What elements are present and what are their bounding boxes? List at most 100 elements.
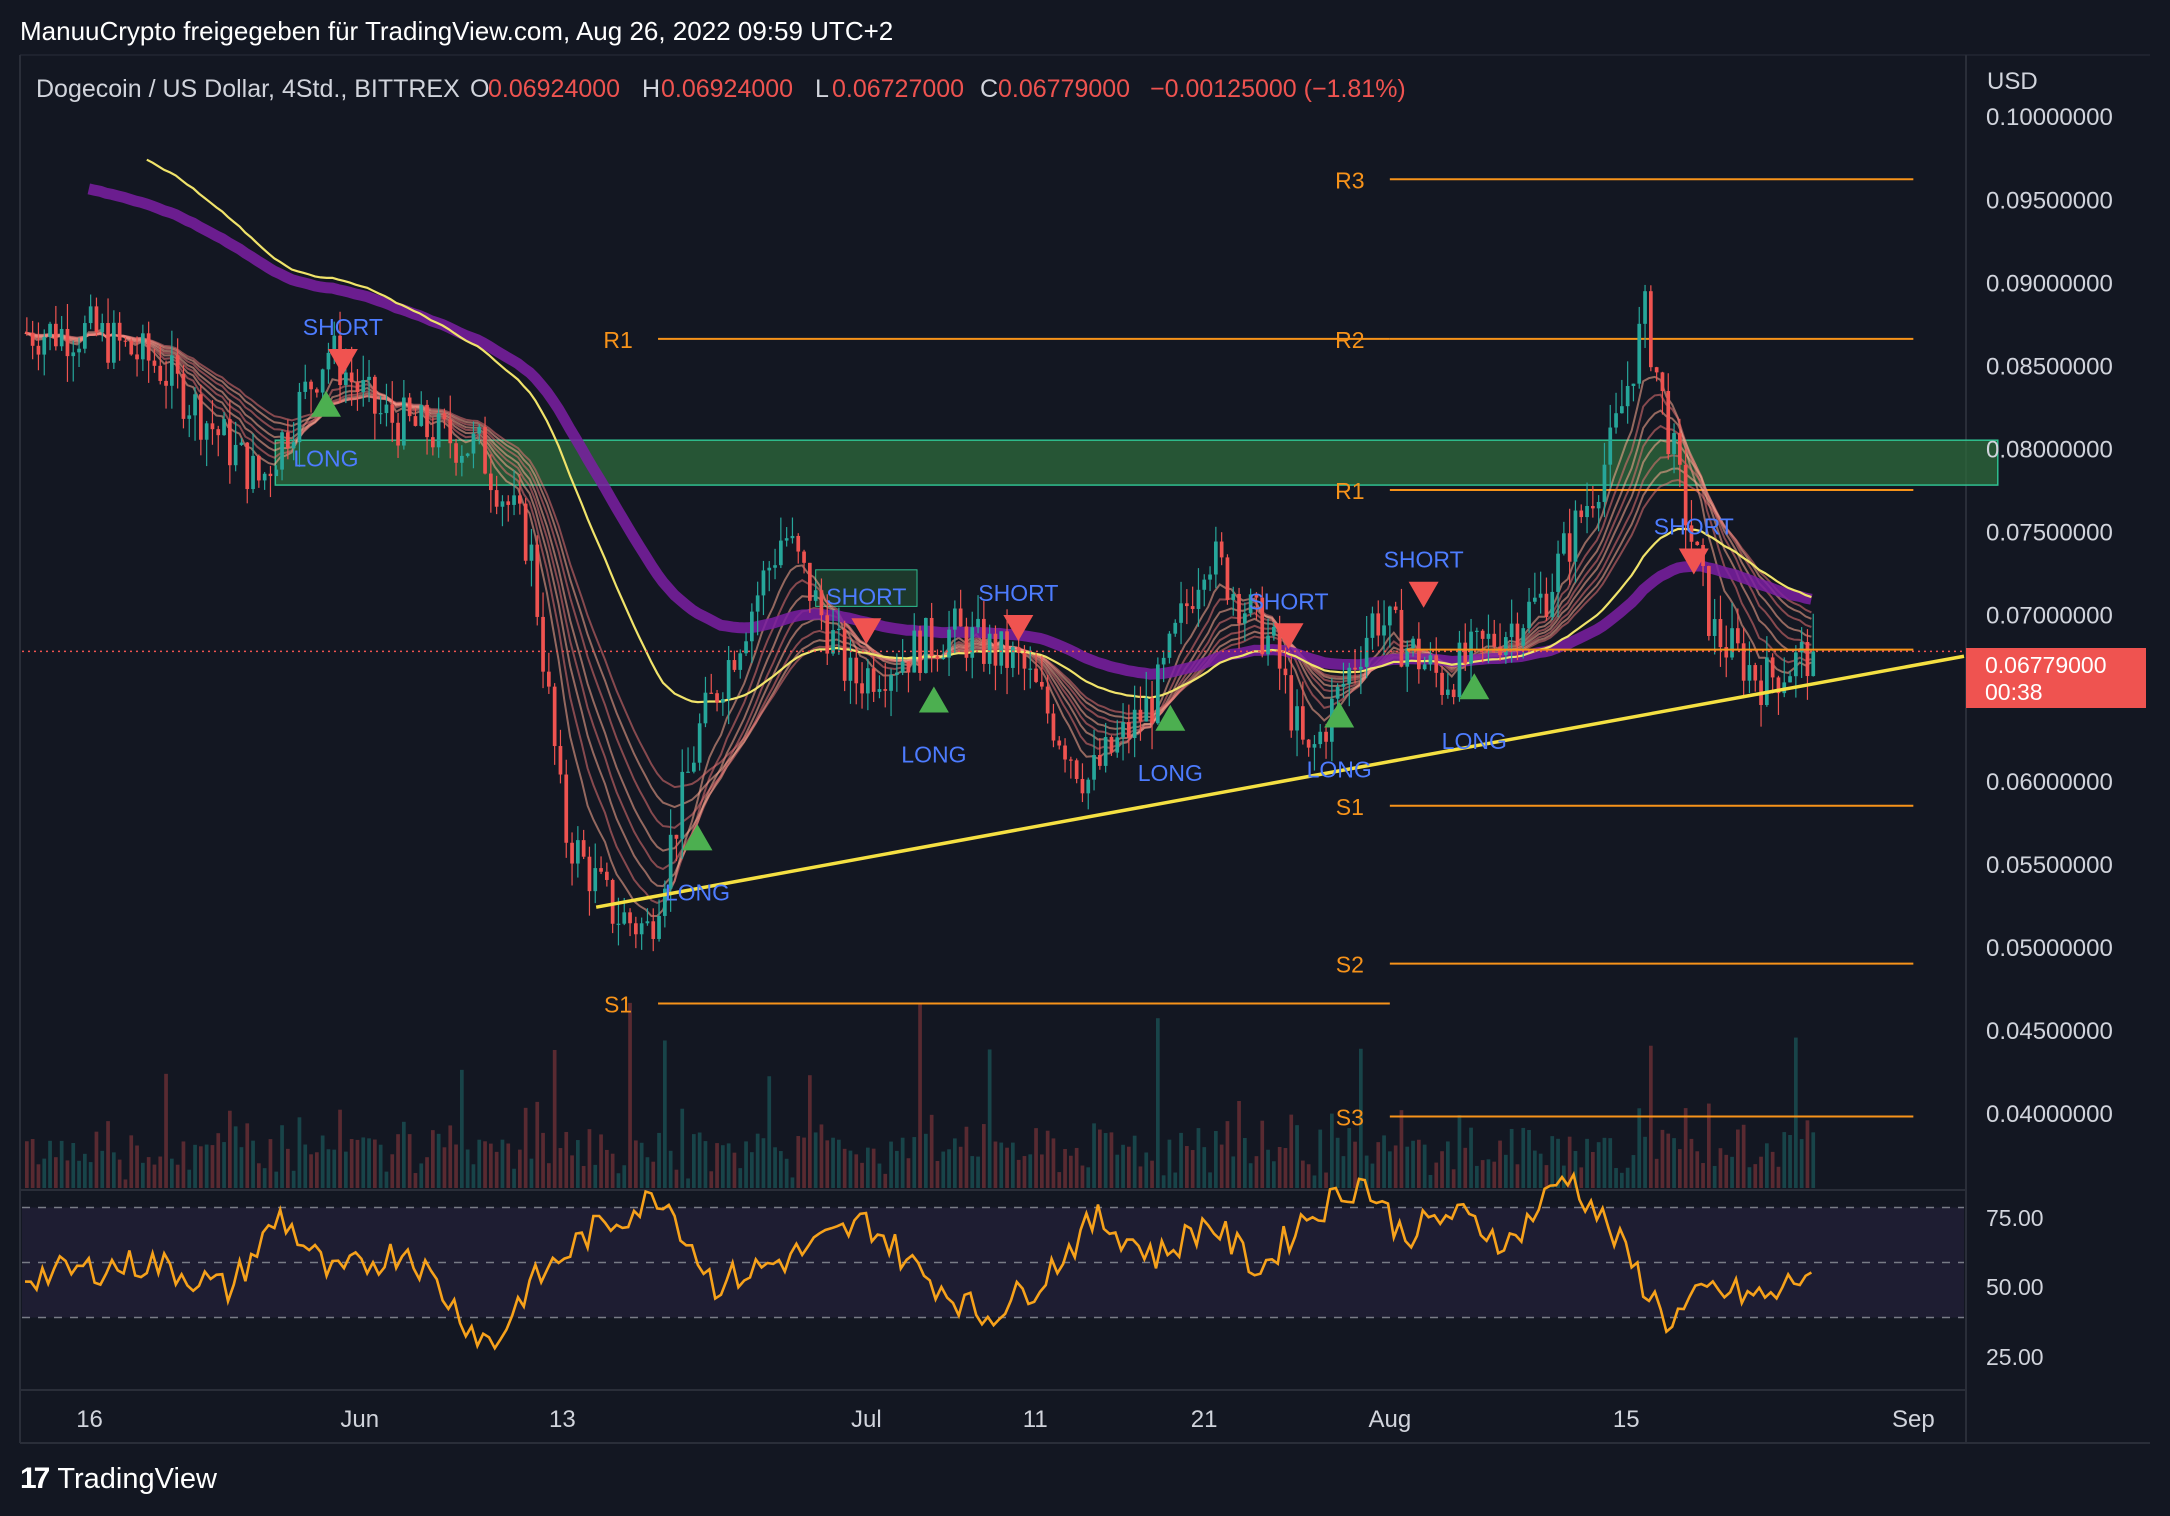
volume-bar	[216, 1133, 221, 1188]
candle-body	[448, 419, 453, 444]
candle-body	[1712, 619, 1717, 636]
volume-bar	[924, 1133, 928, 1188]
volume-bar	[291, 1170, 296, 1188]
volume-bar	[1701, 1163, 1705, 1188]
candle-body	[1115, 737, 1120, 753]
candle-body	[773, 565, 777, 568]
candle-body	[431, 437, 435, 448]
volume-bar	[663, 1040, 667, 1188]
volume-bar	[1765, 1143, 1769, 1188]
candle-body	[146, 333, 151, 361]
signal-markers: LONG SHORT LONG SHORT LONG SHORT LONG SHORT LONG…	[293, 314, 1733, 905]
long-label: LONG	[1138, 760, 1203, 786]
trendline[interactable]	[595, 654, 1965, 909]
volume-bar	[1446, 1141, 1450, 1188]
volume-bar	[448, 1125, 453, 1188]
volume-bar	[686, 1178, 690, 1188]
volume-bar	[767, 1076, 772, 1188]
volume-bar	[152, 1164, 157, 1188]
volume-bar	[860, 1162, 864, 1188]
time-axis[interactable]: 16 Jun 13 Jul 11 21 Aug 15 Sep	[76, 1406, 1934, 1433]
candle-body	[703, 692, 708, 724]
volume-bar	[535, 1101, 540, 1188]
candle-body	[784, 538, 789, 541]
volume-bar	[251, 1140, 255, 1188]
volume-bar	[512, 1168, 516, 1188]
volume-bar	[1347, 1128, 1352, 1188]
candle-body	[30, 332, 35, 346]
candle-body	[1219, 541, 1224, 558]
volume-bar	[471, 1164, 476, 1188]
candle-body	[1625, 386, 1630, 407]
volume-bar	[929, 1114, 934, 1188]
volume-bar	[1138, 1166, 1143, 1188]
volume-bar	[1463, 1147, 1468, 1188]
volume-bar	[164, 1073, 168, 1188]
candle-body	[454, 443, 458, 463]
volume-bar	[442, 1147, 447, 1188]
volume-bar	[1469, 1127, 1473, 1188]
candle-body	[286, 432, 290, 449]
long-label: LONG	[293, 446, 358, 472]
pivot-label: R3	[1335, 167, 1364, 193]
candle-body	[280, 432, 284, 470]
candle-body	[1132, 709, 1137, 739]
volume-bar	[1596, 1142, 1601, 1188]
volume-bar	[1602, 1137, 1607, 1188]
volume-bar	[1388, 1151, 1392, 1188]
volume-bar	[1475, 1165, 1479, 1188]
candle-body	[610, 879, 615, 924]
volume-bar	[982, 1124, 986, 1188]
volume-bar	[1759, 1156, 1763, 1188]
tradingview-logo-text: TradingView	[57, 1462, 217, 1495]
volume-bar	[286, 1148, 290, 1188]
price-tick: 0.08000000	[1986, 437, 2113, 464]
volume-bar	[1109, 1132, 1114, 1188]
candle-body	[483, 427, 487, 474]
tradingview-logo[interactable]: 17 TradingView	[20, 1462, 217, 1496]
candle-body	[1486, 633, 1491, 639]
volume-bar	[564, 1131, 569, 1188]
volume-bar	[645, 1157, 650, 1188]
candle-body	[83, 323, 87, 349]
candle-body	[616, 923, 621, 925]
volume-bar	[634, 1140, 638, 1188]
candle-body	[1144, 697, 1149, 722]
volume-bar	[819, 1124, 824, 1188]
price-axis[interactable]: 0.10000000 0.09500000 0.09000000 0.08500000…	[1986, 104, 2113, 1128]
time-tick: 21	[1191, 1406, 1218, 1433]
candle-body	[344, 372, 348, 386]
candle-body	[1243, 613, 1247, 624]
candle-body	[42, 336, 47, 355]
candle-body	[628, 912, 632, 924]
candle-body	[993, 633, 998, 666]
candle-body	[274, 469, 279, 477]
volume-bar	[912, 1137, 917, 1188]
candle-body	[831, 630, 835, 654]
volume-bar	[175, 1164, 180, 1188]
volume-bar	[1295, 1125, 1299, 1188]
candle-body	[1103, 737, 1108, 766]
candle-body	[860, 683, 864, 694]
time-tick: Jun	[340, 1406, 379, 1433]
chart[interactable]: R1 S1 R3 R2 R1 S1 S2 S3 LONG SHORT LONG SHORT LONG S…	[0, 0, 2170, 1516]
candle-body	[268, 473, 273, 477]
volume-bar	[1799, 1139, 1804, 1188]
candle-body	[378, 413, 383, 415]
candle-body	[1074, 760, 1079, 779]
pivot-label: S1	[1336, 794, 1364, 820]
volume-bar	[199, 1146, 203, 1188]
volume-bar	[141, 1162, 145, 1188]
volume-bar	[1353, 1141, 1357, 1188]
candle-body	[1811, 651, 1816, 677]
volume-bar	[1185, 1146, 1189, 1188]
volume-bar	[77, 1160, 81, 1188]
short-label: SHORT	[1654, 513, 1734, 539]
volume-bar	[1266, 1149, 1270, 1188]
time-tick: 15	[1613, 1406, 1640, 1433]
volume-bar	[1811, 1132, 1816, 1188]
volume-bar	[547, 1163, 551, 1188]
legend-close: 0.06779000	[998, 75, 1130, 103]
candle-body	[1121, 722, 1125, 738]
short-label: SHORT	[978, 580, 1058, 606]
